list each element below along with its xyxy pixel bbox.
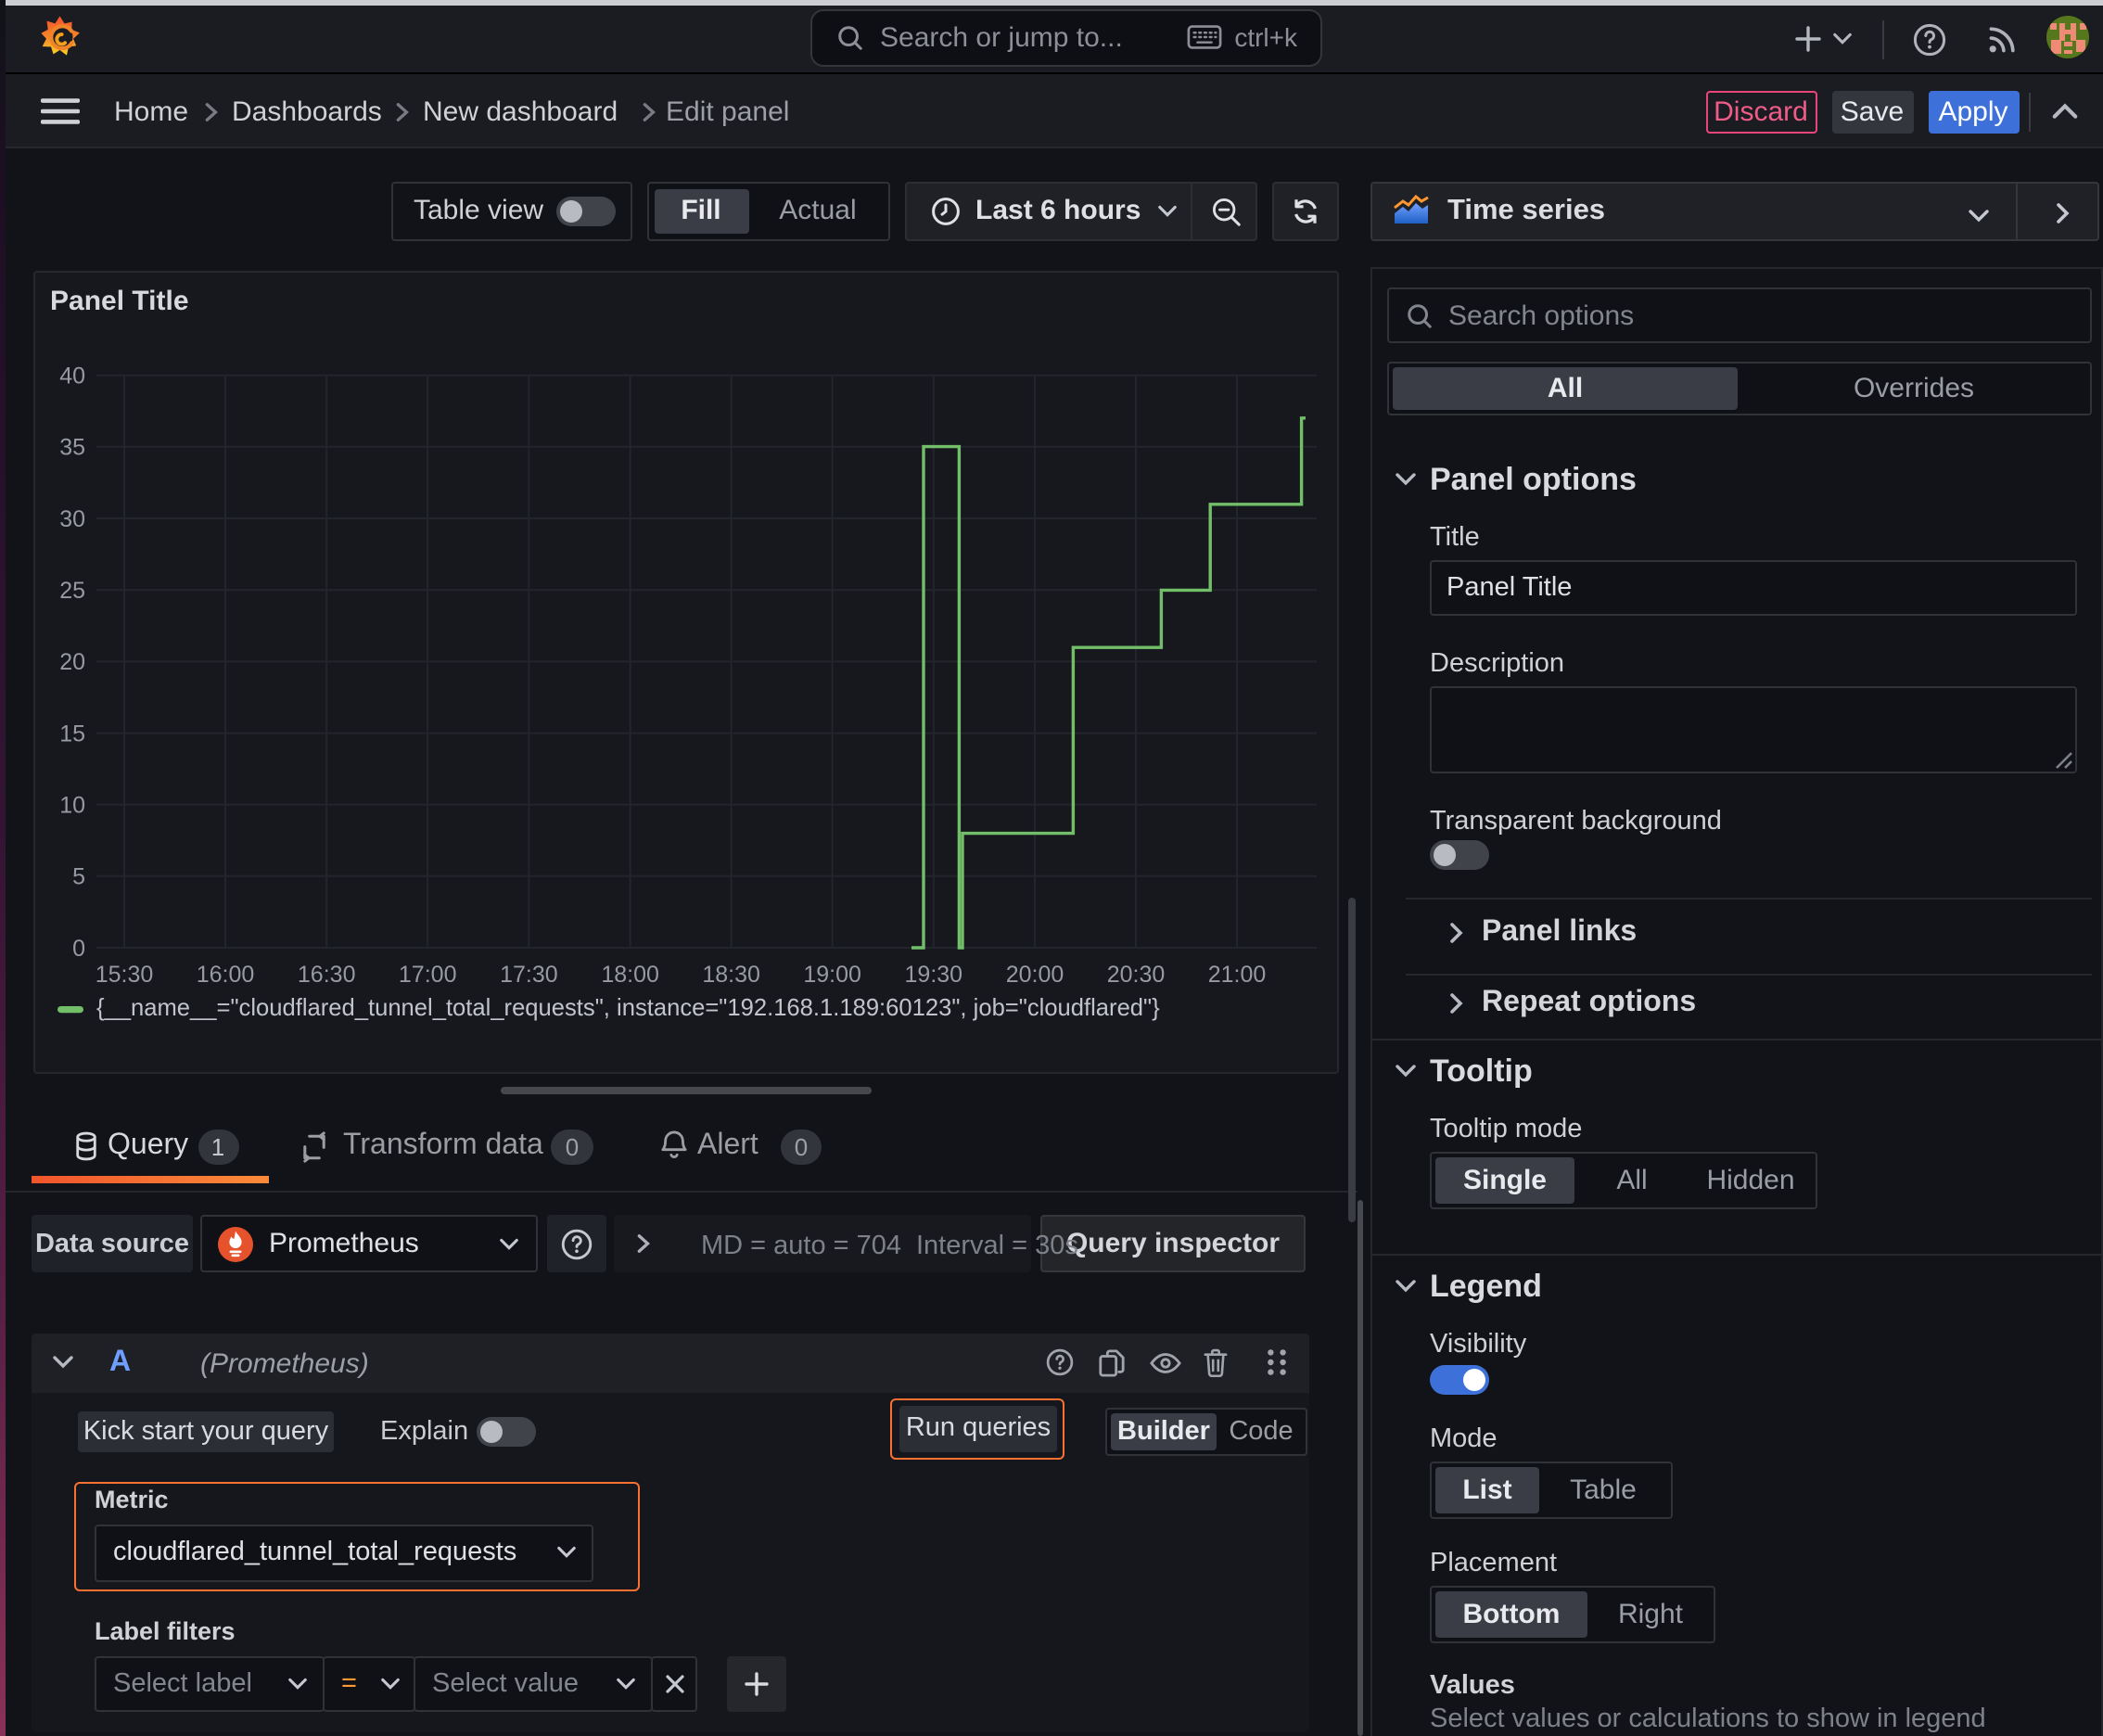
svg-text:20: 20 <box>59 648 85 674</box>
svg-text:16:00: 16:00 <box>197 961 255 987</box>
svg-text:40: 40 <box>59 363 85 389</box>
svg-text:15:30: 15:30 <box>96 961 154 987</box>
svg-text:30: 30 <box>59 505 85 531</box>
svg-text:21:00: 21:00 <box>1208 961 1267 987</box>
svg-text:5: 5 <box>72 863 85 889</box>
svg-text:19:00: 19:00 <box>803 961 861 987</box>
svg-text:35: 35 <box>59 434 85 460</box>
svg-text:17:30: 17:30 <box>500 961 558 987</box>
svg-text:17:00: 17:00 <box>399 961 457 987</box>
svg-text:20:30: 20:30 <box>1107 961 1166 987</box>
svg-text:20:00: 20:00 <box>1006 961 1064 987</box>
svg-text:18:30: 18:30 <box>702 961 760 987</box>
svg-text:0: 0 <box>72 935 85 961</box>
svg-text:10: 10 <box>59 791 85 817</box>
svg-text:15: 15 <box>59 720 85 746</box>
svg-text:16:30: 16:30 <box>298 961 356 987</box>
svg-text:25: 25 <box>59 577 85 603</box>
svg-text:{__name__="cloudflared_tunnel_: {__name__="cloudflared_tunnel_total_requ… <box>96 994 1160 1020</box>
svg-text:19:30: 19:30 <box>905 961 963 987</box>
svg-text:18:00: 18:00 <box>601 961 659 987</box>
svg-text:Panel Title: Panel Title <box>50 285 189 315</box>
